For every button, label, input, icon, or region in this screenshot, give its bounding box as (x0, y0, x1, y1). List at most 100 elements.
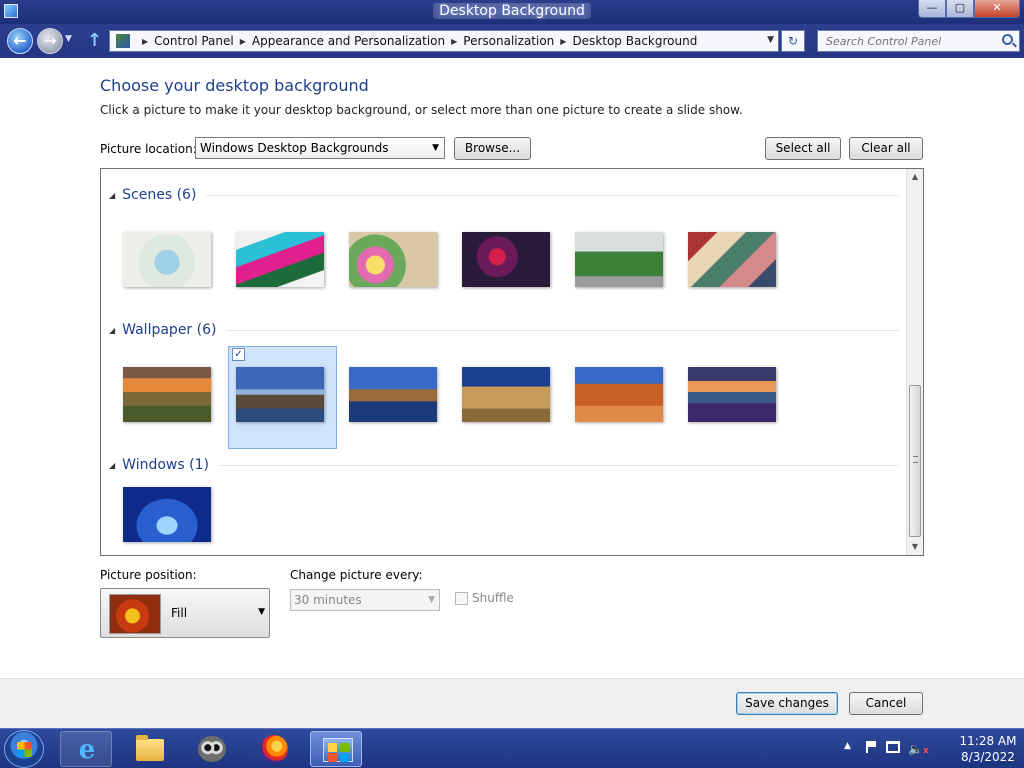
thumbnail-slot[interactable] (114, 222, 220, 322)
scene-thumbnail[interactable] (349, 232, 437, 287)
back-arrow-icon[interactable]: ← (7, 28, 33, 54)
thumbnail-slot[interactable] (566, 347, 672, 447)
thumbnail-slot[interactable] (679, 222, 785, 322)
group-title: Wallpaper (6) (122, 322, 217, 338)
windows-logo-icon (17, 742, 32, 757)
wallpaper-thumbnail[interactable] (236, 367, 324, 422)
change-picture-value: 30 minutes (294, 593, 362, 607)
taskbar-control-panel[interactable] (310, 731, 362, 767)
thumbnail-slot-selected[interactable]: ✓ (228, 346, 337, 449)
wallpaper-thumbnail[interactable] (688, 367, 776, 422)
group-title: Windows (1) (122, 457, 209, 473)
chevron-down-icon[interactable]: ▼ (767, 35, 774, 45)
select-all-button[interactable]: Select all (765, 137, 841, 160)
scrollbar-thumb[interactable] (909, 385, 921, 537)
control-panel-icon (116, 34, 130, 48)
taskbar-firefox[interactable] (248, 731, 300, 767)
scene-thumbnail[interactable] (575, 232, 663, 287)
search-input[interactable] (818, 31, 998, 51)
chevron-down-icon: ▼ (258, 607, 265, 617)
wallpaper-thumbnail[interactable] (123, 367, 211, 422)
thumbnail-slot[interactable] (114, 475, 220, 555)
picture-position-label: Picture position: (100, 568, 197, 582)
group-divider (226, 329, 899, 331)
scene-thumbnail[interactable] (236, 232, 324, 287)
show-hidden-icons-icon[interactable]: ▲ (844, 741, 851, 751)
wallpaper-thumbnail[interactable] (349, 367, 437, 422)
search-box[interactable] (817, 30, 1020, 52)
dialog-footer: Save changes Cancel (0, 678, 1024, 728)
collapse-triangle-icon[interactable]: ◢ (109, 461, 115, 470)
group-header-wallpaper[interactable]: ◢ Wallpaper (6) (109, 322, 899, 338)
system-tray: ▲ 🔈x 11:28 AM 8/3/2022 (834, 729, 1024, 768)
change-picture-label: Change picture every: (290, 568, 423, 582)
chevron-down-icon: ▼ (428, 595, 435, 605)
shuffle-checkbox[interactable]: Shuffle (455, 591, 514, 605)
vertical-scrollbar[interactable]: ▲ ▼ (906, 169, 923, 555)
thumbnail-slot[interactable] (453, 347, 559, 447)
refresh-icon[interactable]: ↻ (781, 30, 805, 52)
maximize-button[interactable]: ▢ (946, 0, 974, 18)
grip-icon (913, 456, 918, 463)
thumbnail-slot[interactable] (340, 222, 446, 322)
file-explorer-icon (136, 735, 164, 761)
taskbar-internet-explorer[interactable]: e (60, 731, 112, 767)
thumbnail-slot[interactable] (114, 347, 220, 447)
scroll-down-icon[interactable]: ▼ (907, 539, 923, 555)
browse-button[interactable]: Browse... (454, 137, 531, 160)
shuffle-label: Shuffle (472, 591, 514, 605)
scroll-up-icon[interactable]: ▲ (907, 169, 923, 185)
thumbnail-slot[interactable] (453, 222, 559, 322)
breadcrumb-desktop-background[interactable]: Desktop Background (572, 34, 697, 48)
chevron-right-icon[interactable]: ▶ (142, 37, 148, 46)
breadcrumb-personalization[interactable]: Personalization (463, 34, 554, 48)
chevron-right-icon[interactable]: ▶ (560, 37, 566, 46)
group-header-windows[interactable]: ◢ Windows (1) (109, 457, 899, 473)
minimize-button[interactable]: — (918, 0, 946, 18)
close-button[interactable]: ✕ (974, 0, 1020, 18)
breadcrumb-appearance[interactable]: Appearance and Personalization (252, 34, 445, 48)
address-field[interactable]: ▶ Control Panel ▶ Appearance and Persona… (109, 30, 779, 52)
address-bar-area: ← → ▼ ↑ ▶ Control Panel ▶ Appearance and… (0, 24, 1024, 58)
clock[interactable]: 11:28 AM 8/3/2022 (956, 733, 1020, 765)
save-changes-button[interactable]: Save changes (736, 692, 838, 715)
thumbnail-slot[interactable] (679, 347, 785, 447)
change-picture-dropdown[interactable]: 30 minutes ▼ (290, 589, 440, 611)
picture-position-dropdown[interactable]: Fill ▼ (100, 588, 270, 638)
scene-thumbnail[interactable] (688, 232, 776, 287)
clear-all-button[interactable]: Clear all (849, 137, 923, 160)
collapse-triangle-icon[interactable]: ◢ (109, 191, 115, 200)
picture-location-dropdown[interactable]: Windows Desktop Backgrounds ▼ (195, 137, 445, 159)
thumbnail-slot[interactable] (340, 347, 446, 447)
scene-thumbnail[interactable] (123, 232, 211, 287)
breadcrumb-control-panel[interactable]: Control Panel (154, 34, 234, 48)
checkbox-checked-icon[interactable]: ✓ (232, 348, 245, 361)
wallpaper-thumbnail[interactable] (462, 367, 550, 422)
raccoon-app-icon (198, 736, 226, 762)
group-header-scenes[interactable]: ◢ Scenes (6) (109, 187, 899, 203)
picture-location-value: Windows Desktop Backgrounds (200, 141, 389, 155)
checkbox-unchecked-icon[interactable] (455, 591, 468, 605)
taskbar-file-explorer[interactable] (124, 731, 176, 767)
collapse-triangle-icon[interactable]: ◢ (109, 326, 115, 335)
thumbnail-slot[interactable] (566, 222, 672, 322)
up-arrow-icon[interactable]: ↑ (87, 30, 102, 51)
group-divider (206, 194, 899, 196)
taskbar-raccoon-app[interactable] (186, 731, 238, 767)
start-button[interactable] (4, 730, 44, 768)
chevron-right-icon[interactable]: ▶ (451, 37, 457, 46)
recent-pages-dropdown[interactable]: ▼ (65, 34, 72, 44)
network-icon[interactable] (886, 741, 900, 753)
thumbnail-slot[interactable] (227, 222, 333, 322)
scene-thumbnail[interactable] (462, 232, 550, 287)
wallpaper-thumbnail[interactable] (575, 367, 663, 422)
search-icon[interactable] (1002, 34, 1013, 45)
forward-arrow-icon[interactable]: → (37, 28, 63, 54)
chevron-right-icon[interactable]: ▶ (240, 37, 246, 46)
cancel-button[interactable]: Cancel (849, 692, 923, 715)
windows-thumbnail[interactable] (123, 487, 211, 542)
picture-gallery: ◢ Scenes (6) ◢ Wallpaper (6) ✓ ◢ Windows… (100, 168, 924, 556)
group-divider (218, 464, 899, 466)
volume-muted-icon[interactable]: 🔈x (908, 742, 929, 756)
action-center-flag-icon[interactable] (866, 741, 876, 753)
